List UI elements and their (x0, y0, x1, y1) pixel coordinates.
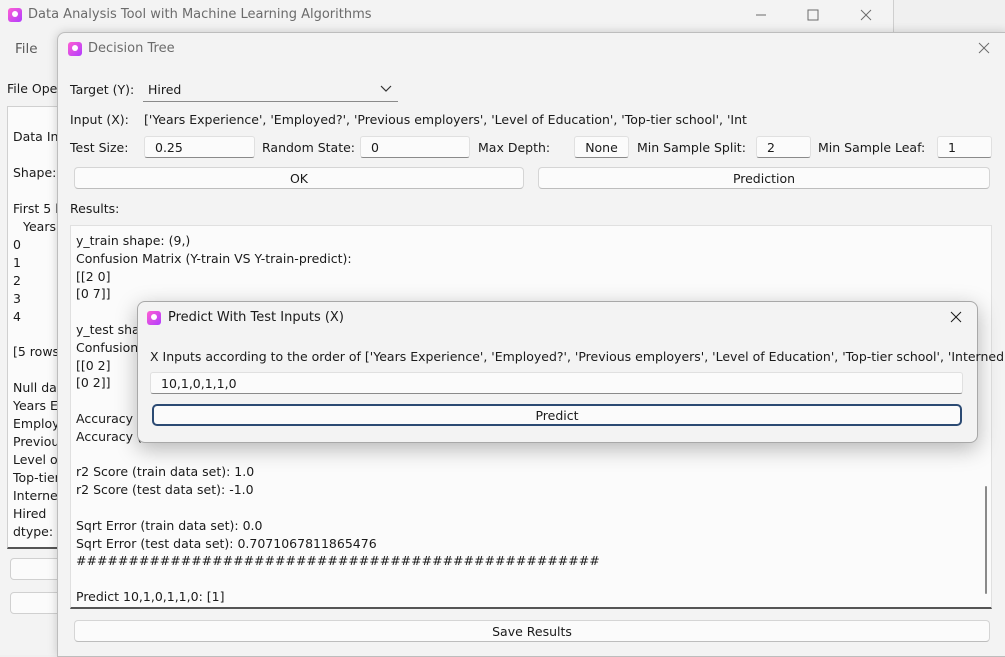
test-size-input[interactable]: 0.25 (144, 136, 255, 158)
prediction-button[interactable]: Prediction (538, 167, 990, 189)
decision-tree-close-button[interactable] (964, 33, 1004, 63)
input-label: Input (X): (70, 112, 129, 127)
results-scrollbar[interactable] (985, 486, 987, 594)
max-depth-input[interactable]: None (574, 136, 629, 158)
side-line: [5 rows (13, 344, 60, 359)
decision-tree-title: Decision Tree (88, 41, 175, 56)
results-line: Sqrt Error (test data set): 0.7071067811… (76, 535, 377, 551)
minimize-icon (756, 14, 766, 16)
target-label: Target (Y): (70, 82, 135, 97)
predict-dialog-title: Predict With Test Inputs (X) (168, 310, 344, 325)
min-leaf-input[interactable]: 1 (937, 136, 992, 158)
maximize-icon (807, 9, 819, 21)
chevron-down-icon (380, 85, 392, 92)
max-depth-label: Max Depth: (478, 140, 551, 155)
main-close-button[interactable] (843, 0, 889, 30)
results-line: r2 Score (test data set): -1.0 (76, 482, 254, 498)
results-line: Confusion Matrix (Y-train VS Y-train-pre… (76, 250, 352, 266)
side-line: Previou (13, 434, 60, 449)
results-line: [0 7]] (76, 286, 111, 302)
side-line: Hired (13, 506, 47, 521)
min-split-input[interactable]: 2 (756, 136, 811, 158)
target-select-value: Hired (148, 82, 182, 97)
side-line: Interne (13, 488, 58, 503)
random-state-input[interactable]: 0 (360, 136, 470, 158)
predict-button[interactable]: Predict (152, 404, 962, 426)
results-label: Results: (70, 201, 120, 216)
results-line: [[0 2] (76, 357, 111, 373)
predict-dialog-close-button[interactable] (936, 302, 976, 332)
target-select[interactable]: Hired (143, 77, 398, 102)
predict-input[interactable]: 10,1,0,1,1,0 (150, 372, 963, 394)
ok-button[interactable]: OK (74, 167, 524, 189)
side-line: Employ (13, 416, 60, 431)
app-icon (8, 8, 22, 22)
input-features-value: ['Years Experience', 'Employed?', 'Previ… (144, 112, 747, 127)
side-line: File Ope (7, 81, 58, 96)
predict-dialog: Predict With Test Inputs (X) X Inputs ac… (137, 301, 1005, 443)
menubar: File (0, 30, 60, 66)
results-line: [0 2]] (76, 375, 111, 391)
side-line: Years (23, 219, 56, 234)
side-line: 3 (13, 291, 21, 306)
side-line: 2 (13, 273, 21, 288)
app-icon (147, 311, 161, 325)
side-line: 1 (13, 255, 21, 270)
predict-instruction: X Inputs according to the order of ['Yea… (150, 349, 1005, 364)
minimize-button[interactable] (738, 0, 784, 30)
main-titlebar: Data Analysis Tool with Machine Learning… (0, 0, 893, 30)
results-line: y_train shape: (9,) (76, 233, 191, 248)
main-window-title: Data Analysis Tool with Machine Learning… (28, 7, 372, 22)
save-results-button[interactable]: Save Results (74, 620, 990, 642)
menu-file[interactable]: File (15, 41, 38, 57)
min-leaf-label: Min Sample Leaf: (818, 140, 926, 155)
app-icon (68, 42, 82, 56)
side-line: Top-tier (13, 470, 60, 485)
side-line: Level of (13, 452, 63, 467)
maximize-button[interactable] (790, 0, 836, 30)
results-line: [[2 0] (76, 268, 111, 284)
close-icon (950, 311, 962, 323)
test-size-label: Test Size: (70, 140, 129, 155)
side-line: First 5 li (13, 201, 63, 216)
results-line: r2 Score (train data set): 1.0 (76, 464, 255, 480)
side-line: dtype: i (13, 524, 61, 539)
close-icon (978, 42, 990, 54)
results-line: Predict 10,1,0,1,1,0: [1] (76, 589, 225, 604)
side-line: 0 (13, 237, 21, 252)
side-line: Null dat (13, 380, 62, 395)
min-split-label: Min Sample Split: (637, 140, 746, 155)
close-icon (860, 9, 872, 21)
random-state-label: Random State: (262, 140, 356, 155)
side-line: Data In (13, 129, 59, 144)
results-line: ########################################… (76, 553, 600, 569)
results-line: Sqrt Error (train data set): 0.0 (76, 517, 263, 533)
side-line: 4 (13, 309, 21, 324)
